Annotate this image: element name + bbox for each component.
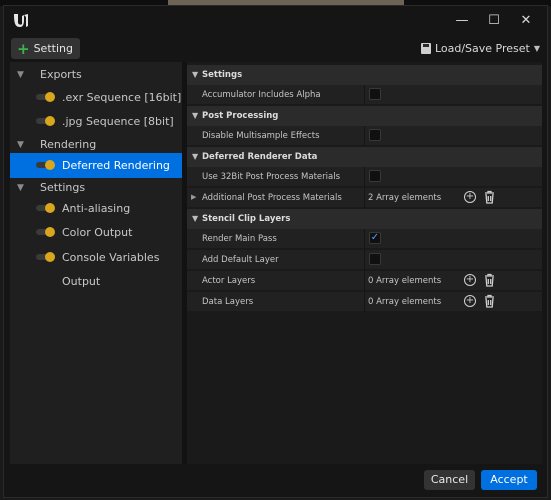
disable-multisample-checkbox[interactable]: [369, 129, 381, 141]
section-header-deferred-renderer-data[interactable]: ▼ Deferred Renderer Data: [187, 147, 542, 167]
column-splitter[interactable]: [364, 250, 365, 270]
trash-icon[interactable]: [483, 190, 496, 204]
property-row: Use 32Bit Post Process Materials: [187, 167, 542, 187]
chevron-down-icon: ▼: [192, 70, 199, 79]
enable-toggle[interactable]: [36, 203, 55, 213]
category-label: Exports: [40, 68, 82, 81]
plus-icon: +: [17, 39, 30, 58]
category-label: Rendering: [40, 138, 97, 151]
caret-down-icon: ▼: [17, 69, 24, 80]
section-title: Stencil Clip Layers: [202, 214, 291, 224]
dialog-footer: Cancel Accept: [4, 464, 547, 497]
load-save-preset-button[interactable]: Load/Save Preset ▼: [420, 38, 540, 59]
property-row: Actor Layers 0 Array elements +: [187, 271, 542, 291]
maximize-button[interactable]: ☐: [485, 12, 503, 30]
sidebar-item-label: .jpg Sequence [8bit]: [62, 115, 174, 128]
chevron-down-icon: ▼: [192, 111, 199, 120]
accept-button[interactable]: Accept: [481, 470, 537, 490]
column-splitter[interactable]: [364, 85, 365, 105]
column-splitter[interactable]: [364, 229, 365, 249]
accumulator-alpha-checkbox[interactable]: [369, 88, 381, 100]
add-element-icon[interactable]: +: [464, 295, 476, 307]
property-row: Render Main Pass ✓: [187, 229, 542, 249]
category-label: Settings: [40, 181, 86, 194]
caret-down-icon: ▼: [17, 139, 24, 150]
property-label: Data Layers: [202, 297, 254, 307]
array-count: 0 Array elements: [368, 276, 442, 286]
sidebar-item-label: Color Output: [62, 226, 133, 239]
unreal-logo-icon: [14, 14, 28, 27]
chevron-down-icon: ▼: [192, 214, 199, 223]
property-label: Add Default Layer: [202, 255, 279, 265]
title-bar: — ☐ ✕: [4, 6, 547, 37]
trash-icon[interactable]: [483, 294, 496, 308]
enable-toggle[interactable]: [36, 227, 55, 237]
category-exports[interactable]: ▼ Exports: [10, 62, 182, 87]
sidebar-item-label: Output: [62, 275, 101, 288]
sidebar-item-console-variables[interactable]: Console Variables: [10, 245, 182, 270]
sidebar-item-label: Console Variables: [62, 251, 160, 264]
render-settings-window: — ☐ ✕ + Setting Load/Save Preset ▼ ▼ Exp…: [3, 5, 548, 498]
enable-toggle[interactable]: [36, 252, 55, 262]
section-title: Settings: [202, 70, 243, 80]
settings-sidebar: ▼ Exports .exr Sequence [16bit] .jpg Seq…: [10, 62, 182, 468]
sidebar-item-color-output[interactable]: Color Output: [10, 220, 182, 245]
sidebar-item-label: .exr Sequence [16bit]: [62, 91, 182, 104]
use-32bit-checkbox[interactable]: [369, 170, 381, 182]
caret-down-icon: ▼: [17, 182, 24, 193]
close-button[interactable]: ✕: [517, 12, 535, 30]
section-header-stencil-clip-layers[interactable]: ▼ Stencil Clip Layers: [187, 209, 542, 229]
property-label: Disable Multisample Effects: [202, 131, 320, 141]
sidebar-item-exr[interactable]: .exr Sequence [16bit]: [10, 85, 182, 110]
expand-arrow-icon[interactable]: ▶: [191, 193, 196, 201]
column-splitter[interactable]: [364, 292, 365, 312]
sidebar-item-output[interactable]: Output: [10, 269, 182, 294]
enable-toggle[interactable]: [36, 92, 55, 102]
trash-icon[interactable]: [483, 273, 496, 287]
property-row: ▶ Additional Post Process Materials 2 Ar…: [187, 188, 542, 208]
section-header-settings[interactable]: ▼ Settings: [187, 65, 542, 85]
preset-label: Load/Save Preset: [434, 42, 530, 55]
section-header-post-processing[interactable]: ▼ Post Processing: [187, 106, 542, 126]
cancel-button[interactable]: Cancel: [424, 470, 475, 490]
property-label: Accumulator Includes Alpha: [202, 90, 321, 100]
add-setting-button[interactable]: + Setting: [11, 38, 80, 59]
setting-label: Setting: [33, 42, 73, 55]
toolbar: + Setting Load/Save Preset ▼: [4, 37, 547, 62]
sidebar-item-label: Anti-aliasing: [62, 202, 131, 215]
enable-toggle[interactable]: [36, 116, 55, 126]
property-row: Data Layers 0 Array elements +: [187, 292, 542, 312]
add-element-icon[interactable]: +: [464, 191, 476, 203]
array-count: 0 Array elements: [368, 297, 442, 307]
property-label: Render Main Pass: [202, 234, 277, 244]
chevron-down-icon: ▼: [533, 44, 540, 53]
minimize-button[interactable]: —: [453, 12, 471, 30]
section-title: Post Processing: [202, 111, 279, 121]
property-label: Use 32Bit Post Process Materials: [202, 172, 341, 182]
add-default-layer-checkbox[interactable]: [369, 253, 381, 265]
save-disk-icon: [420, 43, 431, 54]
property-label: Actor Layers: [202, 276, 256, 286]
sidebar-item-label: Deferred Rendering: [62, 159, 170, 172]
sidebar-item-anti-aliasing[interactable]: Anti-aliasing: [10, 196, 182, 221]
details-panel: ▼ Settings Accumulator Includes Alpha ▼ …: [187, 62, 542, 468]
column-splitter[interactable]: [364, 188, 365, 208]
property-row: Accumulator Includes Alpha: [187, 85, 542, 105]
array-count: 2 Array elements: [368, 193, 442, 203]
render-main-pass-checkbox[interactable]: ✓: [369, 232, 381, 244]
column-splitter[interactable]: [364, 271, 365, 291]
sidebar-item-jpg[interactable]: .jpg Sequence [8bit]: [10, 109, 182, 134]
chevron-down-icon: ▼: [192, 152, 199, 161]
section-title: Deferred Renderer Data: [202, 152, 318, 162]
add-element-icon[interactable]: +: [464, 274, 476, 286]
column-splitter[interactable]: [364, 167, 365, 187]
property-row: Disable Multisample Effects: [187, 126, 542, 146]
column-splitter[interactable]: [364, 126, 365, 146]
property-row: Add Default Layer: [187, 250, 542, 270]
property-label: Additional Post Process Materials: [202, 193, 342, 203]
enable-toggle[interactable]: [36, 160, 55, 170]
